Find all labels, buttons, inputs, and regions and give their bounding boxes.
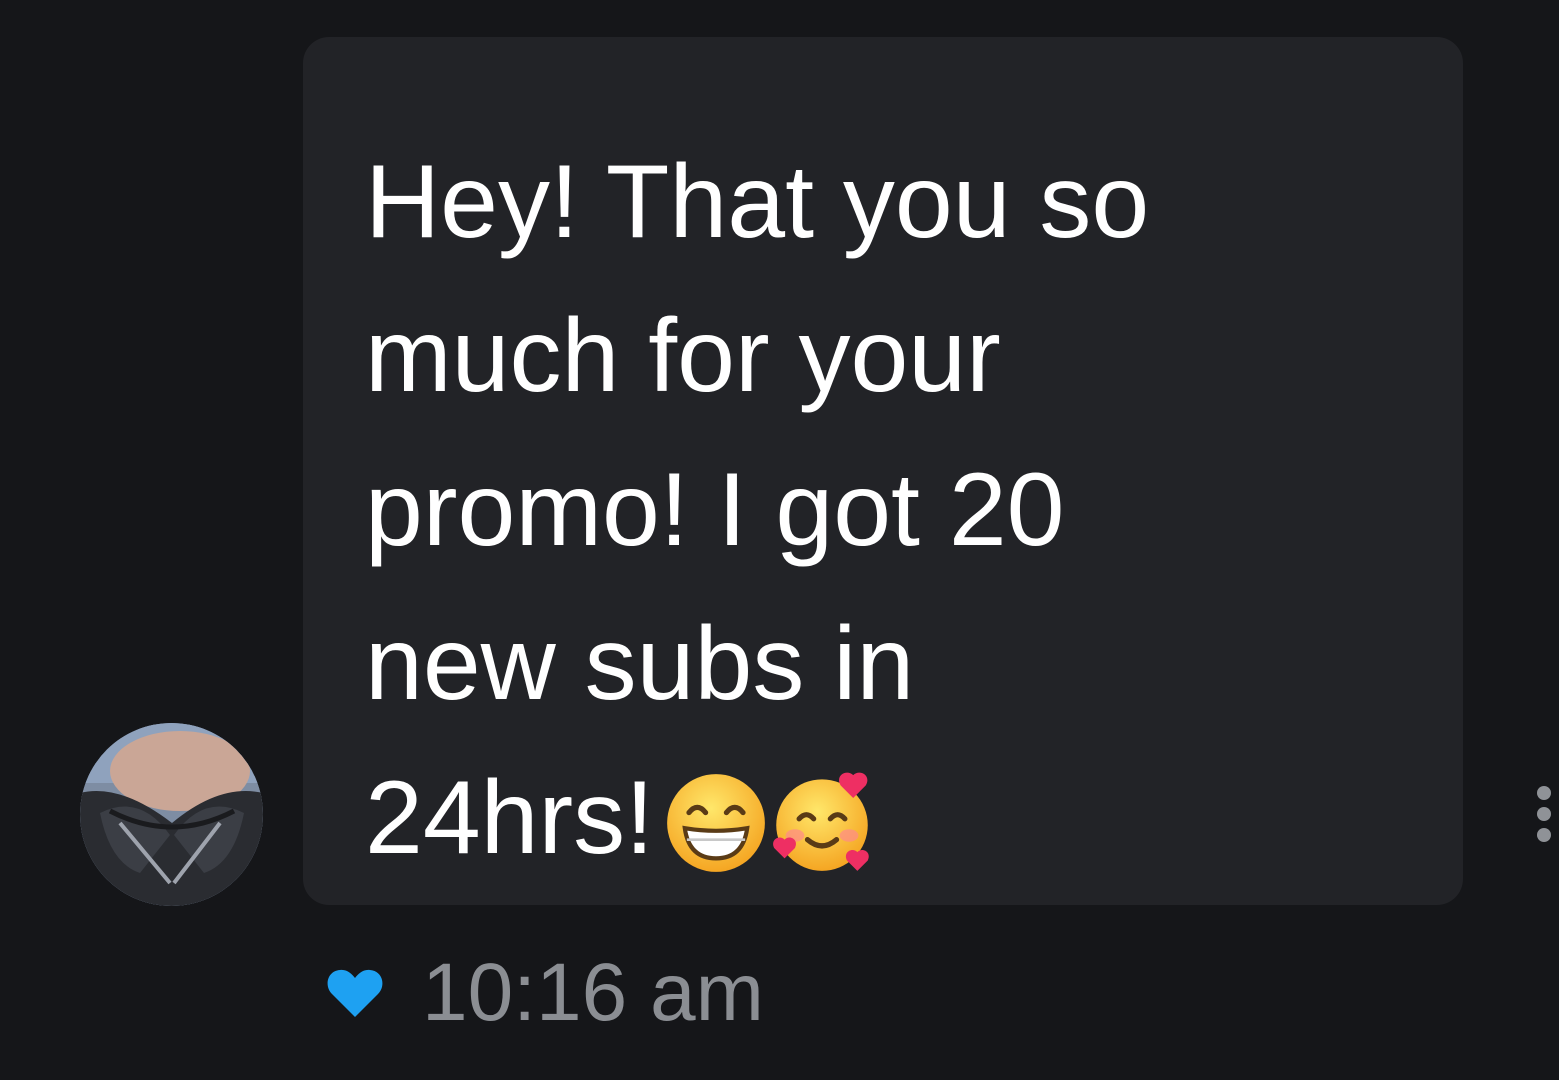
sender-avatar[interactable]: [80, 723, 263, 906]
avatar-photo: [80, 723, 263, 906]
heart-icon[interactable]: [326, 967, 384, 1019]
menu-dot: [1537, 807, 1551, 821]
menu-dot: [1537, 786, 1551, 800]
more-options-icon[interactable]: [1534, 786, 1554, 842]
message-bubble[interactable]: Hey! That you so much for your promo! I …: [303, 37, 1463, 905]
message-meta: 10:16 am: [326, 948, 764, 1038]
smiling-face-with-hearts-emoji: [773, 772, 869, 871]
message-body: Hey! That you so much for your promo! I …: [365, 144, 1150, 876]
message-text: Hey! That you so much for your promo! I …: [365, 125, 1423, 895]
chat-screen: Hey! That you so much for your promo! I …: [0, 0, 1559, 1080]
grinning-face-emoji: [667, 774, 765, 872]
message-timestamp: 10:16 am: [422, 947, 764, 1038]
menu-dot: [1537, 828, 1551, 842]
